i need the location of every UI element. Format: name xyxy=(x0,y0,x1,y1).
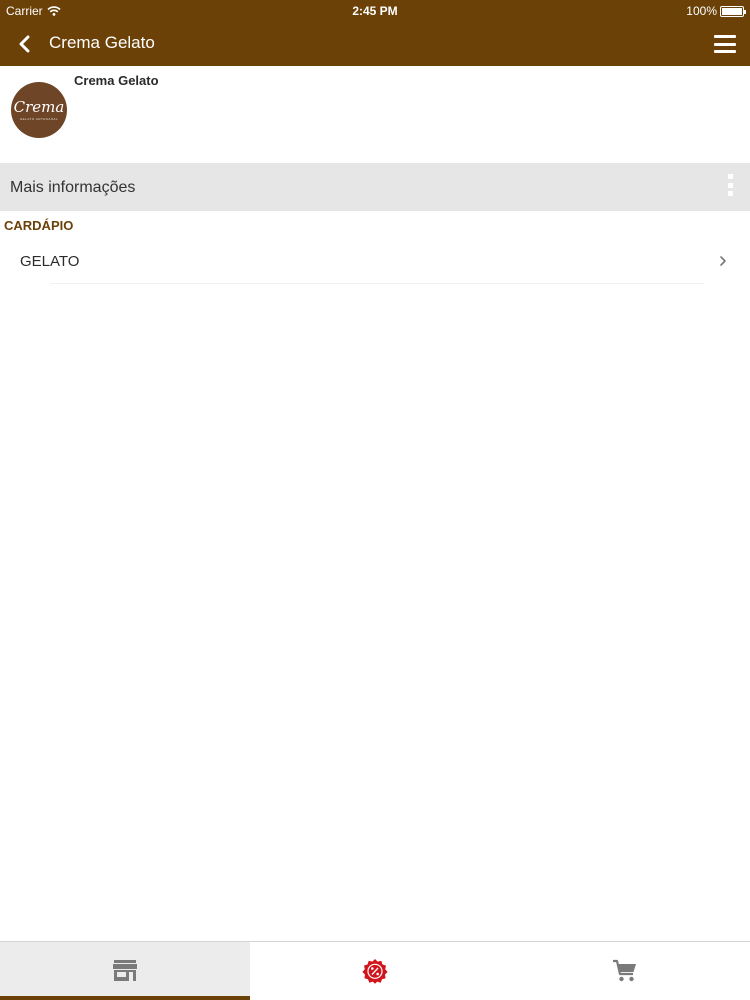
more-info-bar[interactable]: Mais informações xyxy=(0,163,750,211)
page-title: Crema Gelato xyxy=(49,33,155,52)
hamburger-menu-button[interactable] xyxy=(712,32,738,56)
status-bar: Carrier 2:45 PM 100% xyxy=(0,0,750,22)
store-header: Crema GELATO ARTESANAL Crema Gelato xyxy=(0,66,750,163)
discount-badge-icon xyxy=(362,959,388,984)
bottom-tab-bar xyxy=(0,941,750,1000)
tab-cart[interactable] xyxy=(500,942,750,1000)
kebab-dot xyxy=(728,174,733,179)
hamburger-line xyxy=(714,42,736,46)
chevron-left-icon xyxy=(19,35,30,53)
logo-wordmark: Crema xyxy=(13,97,65,116)
kebab-dot xyxy=(728,191,733,196)
hamburger-line xyxy=(714,35,736,38)
chevron-right-icon xyxy=(720,256,726,266)
cart-icon xyxy=(613,959,636,982)
row-divider xyxy=(50,283,704,284)
store-name: Crema Gelato xyxy=(74,73,159,88)
tab-store[interactable] xyxy=(0,942,250,1000)
store-icon xyxy=(113,960,137,981)
menu-category-row[interactable]: GELATO xyxy=(0,238,750,284)
menu-category-label: GELATO xyxy=(20,253,80,270)
more-info-label: Mais informações xyxy=(10,179,136,196)
menu-section-title: CARDÁPIO xyxy=(4,218,74,233)
battery-group: 100% xyxy=(686,4,746,18)
logo-tagline: GELATO ARTESANAL xyxy=(19,116,59,121)
kebab-dot xyxy=(728,182,733,188)
app-screen: Carrier 2:45 PM 100% Crema Gelato Crema … xyxy=(0,0,750,1000)
tab-promotions[interactable] xyxy=(250,942,500,1000)
back-button[interactable] xyxy=(10,30,40,58)
store-logo: Crema GELATO ARTESANAL xyxy=(11,82,67,138)
more-options-icon[interactable] xyxy=(728,174,734,196)
top-bar: Carrier 2:45 PM 100% Crema Gelato xyxy=(0,0,750,66)
navigation-bar: Crema Gelato xyxy=(0,22,750,66)
clock: 2:45 PM xyxy=(352,4,398,18)
battery-percentage: 100% xyxy=(686,4,717,18)
hamburger-line xyxy=(714,50,736,53)
battery-icon xyxy=(720,5,746,17)
